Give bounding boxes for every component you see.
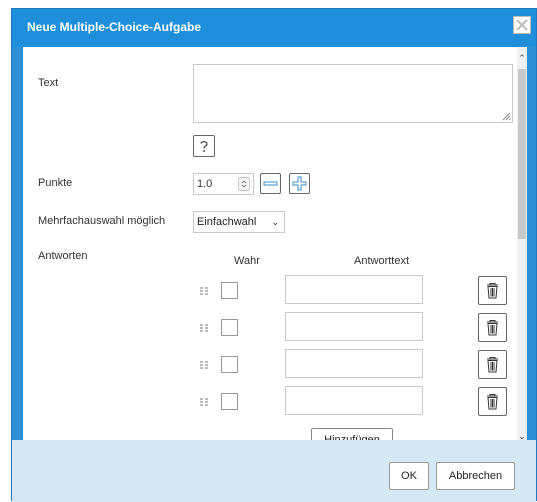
chevron-down-icon: ⌄ [271,217,279,227]
answer-true-checkbox[interactable] [221,319,238,336]
text-label: Text [38,77,59,89]
increment-button[interactable] [289,173,310,194]
answer-text-input[interactable] [285,386,423,415]
points-label: Punkte [38,177,73,189]
drag-handle-icon[interactable] [200,398,208,406]
vertical-scrollbar[interactable]: ⌃ ⌄ [517,47,527,440]
column-true-header: Wahr [234,255,260,267]
minus-icon [263,181,278,186]
dialog-title: Neue Multiple-Choice-Aufgabe [27,20,202,34]
spinner-arrows-icon [241,180,247,188]
dialog-titlebar[interactable]: Neue Multiple-Choice-Aufgabe [12,9,536,47]
question-mark-icon [200,140,208,152]
delete-answer-button[interactable] [478,276,507,305]
points-value: 1.0 [197,178,213,190]
plus-icon [292,176,307,191]
scroll-down-icon[interactable]: ⌄ [517,429,527,440]
drag-handle-icon[interactable] [200,287,208,295]
multi-select-label: Mehrfachauswahl möglich [38,215,166,227]
close-icon [516,19,528,31]
answer-text-input[interactable] [285,275,423,304]
answer-text-input[interactable] [285,349,423,378]
answers-label: Antworten [38,250,88,262]
delete-answer-button[interactable] [478,313,507,342]
drag-handle-icon[interactable] [200,324,208,332]
trash-icon [487,357,498,373]
trash-icon [487,320,498,336]
dialog-content: Text Punkte 1.0 Mehrfachauswahl möglich … [23,47,527,440]
multi-select-value: Einfachwahl [197,216,257,228]
dialog-footer: OK Abbrechen [12,440,536,502]
column-text-header: Antworttext [354,255,410,267]
trash-icon [487,283,498,299]
answer-text-input[interactable] [285,312,423,341]
points-spinner[interactable] [238,177,250,191]
drag-handle-icon[interactable] [200,361,208,369]
answer-true-checkbox[interactable] [221,282,238,299]
help-button[interactable] [193,135,215,157]
decrement-button[interactable] [260,173,281,194]
scroll-up-icon[interactable]: ⌃ [517,51,527,65]
dialog: Neue Multiple-Choice-Aufgabe Text Punkte… [11,8,537,502]
delete-answer-button[interactable] [478,387,507,416]
add-answer-button[interactable]: Hinzufügen [311,428,393,440]
scrollbar-thumb[interactable] [518,69,526,239]
trash-icon [487,394,498,410]
cancel-button[interactable]: Abbrechen [436,462,515,490]
multi-select-dropdown[interactable]: Einfachwahl ⌄ [193,211,285,233]
delete-answer-button[interactable] [478,350,507,379]
answer-true-checkbox[interactable] [221,393,238,410]
points-input[interactable]: 1.0 [193,173,254,195]
text-textarea[interactable] [193,64,513,123]
answer-true-checkbox[interactable] [221,356,238,373]
ok-button[interactable]: OK [389,462,429,490]
close-button[interactable] [513,16,531,34]
